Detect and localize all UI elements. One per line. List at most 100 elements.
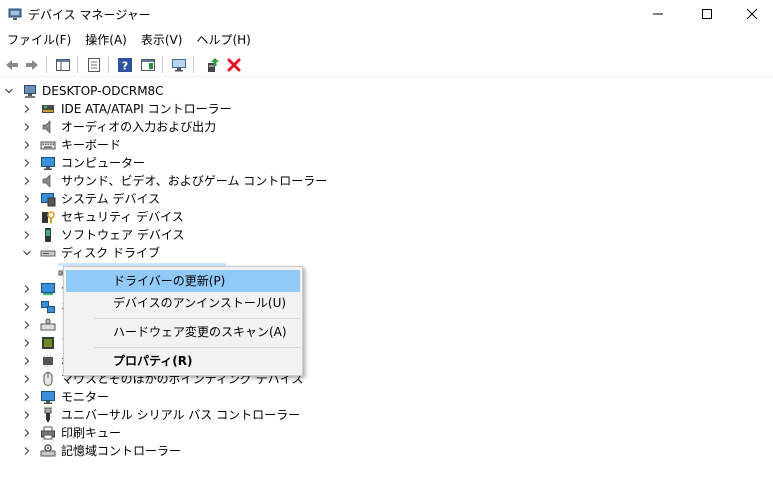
- tree-item-label: モニター: [61, 390, 110, 404]
- context-scan-hardware[interactable]: ハードウェア変更のスキャン(A): [66, 321, 300, 343]
- context-separator: [94, 318, 300, 319]
- sound-icon: [42, 174, 51, 188]
- properties-sheet-icon: [88, 58, 100, 72]
- uninstall-toolbar-button[interactable]: [224, 55, 244, 75]
- window-title: デバイス マネージャー: [28, 8, 151, 22]
- tree-item-ide[interactable]: IDE ATA/ATAPI コントローラー: [0, 100, 773, 118]
- tree-item-label: コンピューター: [61, 156, 146, 170]
- storage-controller-icon: [40, 444, 56, 457]
- maximize-button[interactable]: [684, 0, 730, 28]
- toolbar-separator: [77, 57, 78, 73]
- chevron-right-icon[interactable]: [22, 212, 32, 222]
- toolbar: ?: [0, 53, 773, 77]
- action-pane-button[interactable]: [138, 55, 158, 75]
- context-properties[interactable]: プロパティ(R): [66, 350, 300, 372]
- device-manager-app-icon: [8, 8, 22, 20]
- tree-item-storage-controllers[interactable]: 記憶域コントローラー: [0, 442, 773, 460]
- action-pane-icon: [141, 59, 155, 71]
- tree-item-sound-video-game[interactable]: サウンド、ビデオ、およびゲーム コントローラー: [0, 172, 773, 190]
- tree-item-security-devices[interactable]: セキュリティ デバイス: [0, 208, 773, 226]
- chevron-down-icon[interactable]: [4, 86, 14, 96]
- menu-action[interactable]: 操作(A): [78, 30, 134, 50]
- toolbar-separator: [193, 57, 194, 73]
- chevron-right-icon[interactable]: [22, 374, 32, 384]
- chevron-right-icon[interactable]: [22, 230, 32, 240]
- tree-item-label: キーボード: [61, 138, 122, 152]
- tree-item-computer[interactable]: コンピューター: [0, 154, 773, 172]
- computer-root-icon: [24, 85, 36, 98]
- back-button[interactable]: [2, 55, 22, 75]
- chevron-right-icon[interactable]: [22, 320, 32, 330]
- update-driver-toolbar-button[interactable]: [202, 55, 222, 75]
- tree-item-disk-drives[interactable]: ディスク ドライブ: [0, 244, 773, 262]
- port-icon: [43, 355, 53, 367]
- show-hide-console-tree-button[interactable]: [53, 55, 73, 75]
- tree-item-audio-io[interactable]: オーディオの入力および出力: [0, 118, 773, 136]
- computer-icon: [41, 157, 55, 170]
- processor-icon: [42, 337, 54, 349]
- chevron-right-icon[interactable]: [22, 302, 32, 312]
- chevron-right-icon[interactable]: [22, 356, 32, 366]
- forward-arrow-icon: [26, 60, 38, 70]
- menu-file[interactable]: ファイル(F): [0, 30, 78, 50]
- chevron-right-icon[interactable]: [22, 194, 32, 204]
- chevron-right-icon[interactable]: [22, 446, 32, 456]
- title-bar: デバイス マネージャー: [0, 0, 773, 28]
- chevron-right-icon[interactable]: [22, 140, 32, 150]
- security-device-icon: [42, 211, 55, 224]
- chevron-right-icon[interactable]: [22, 176, 32, 186]
- tree-item-monitors[interactable]: モニター: [0, 388, 773, 406]
- device-manager-window: デバイス マネージャー ファイル(F) 操作(A) 表示(V) ヘルプ(H) ?…: [0, 0, 773, 483]
- context-update-driver[interactable]: ドライバーの更新(P): [66, 270, 300, 292]
- tree-item-label: セキュリティ デバイス: [61, 210, 184, 224]
- hid-icon: [40, 318, 56, 331]
- chevron-right-icon[interactable]: [22, 158, 32, 168]
- chevron-right-icon[interactable]: [22, 410, 32, 420]
- monitor-icon: [41, 391, 55, 404]
- toolbar-separator: [46, 57, 47, 73]
- forward-button[interactable]: [22, 55, 42, 75]
- tree-item-software-devices[interactable]: ソフトウェア デバイス: [0, 226, 773, 244]
- help-button[interactable]: ?: [115, 55, 135, 75]
- tree-item-label: ディスク ドライブ: [61, 246, 160, 260]
- svg-text:?: ?: [122, 60, 128, 73]
- tree-item-label: IDE ATA/ATAPI コントローラー: [61, 102, 232, 116]
- close-button[interactable]: [729, 0, 773, 28]
- system-device-icon: [41, 193, 56, 207]
- toolbar-separator: [108, 57, 109, 73]
- context-uninstall-device[interactable]: デバイスのアンインストール(U): [66, 292, 300, 314]
- tree-item-label: 記憶域コントローラー: [61, 444, 182, 458]
- delete-x-icon: [227, 58, 241, 72]
- usb-icon: [44, 407, 52, 422]
- chevron-right-icon[interactable]: [22, 104, 32, 114]
- chevron-right-icon[interactable]: [22, 392, 32, 402]
- tree-root-row[interactable]: DESKTOP-ODCRM8C: [0, 82, 773, 100]
- close-icon: [746, 8, 758, 20]
- tree-item-system-devices[interactable]: システム デバイス: [0, 190, 773, 208]
- menu-bar: ファイル(F) 操作(A) 表示(V) ヘルプ(H): [0, 30, 258, 50]
- tree-item-label: ソフトウェア デバイス: [61, 228, 185, 242]
- help-icon: ?: [118, 58, 132, 73]
- display-adapter-icon: [41, 283, 55, 295]
- chevron-right-icon[interactable]: [22, 428, 32, 438]
- properties-toolbar-button[interactable]: [84, 55, 104, 75]
- mouse-icon: [43, 372, 53, 386]
- chevron-right-icon[interactable]: [22, 122, 32, 132]
- chevron-right-icon[interactable]: [22, 338, 32, 348]
- tree-item-print-queues[interactable]: 印刷キュー: [0, 424, 773, 442]
- printer-icon: [41, 426, 55, 440]
- chevron-down-icon[interactable]: [22, 248, 32, 258]
- menu-view[interactable]: 表示(V): [134, 30, 190, 50]
- tree-item-usb-controllers[interactable]: ユニバーサル シリアル バス コントローラー: [0, 406, 773, 424]
- tree-item-label: ユニバーサル シリアル バス コントローラー: [61, 408, 301, 422]
- minimize-icon: [653, 13, 663, 15]
- tree-item-label: サウンド、ビデオ、およびゲーム コントローラー: [61, 174, 328, 188]
- menu-help[interactable]: ヘルプ(H): [189, 30, 257, 50]
- minimize-button[interactable]: [635, 0, 681, 28]
- scan-hardware-button[interactable]: [169, 55, 189, 75]
- tree-item-keyboard[interactable]: キーボード: [0, 136, 773, 154]
- scan-monitor-icon: [172, 59, 186, 72]
- console-tree-icon: [56, 59, 70, 71]
- chevron-right-icon[interactable]: [22, 284, 32, 294]
- disk-drive-icon: [40, 250, 56, 257]
